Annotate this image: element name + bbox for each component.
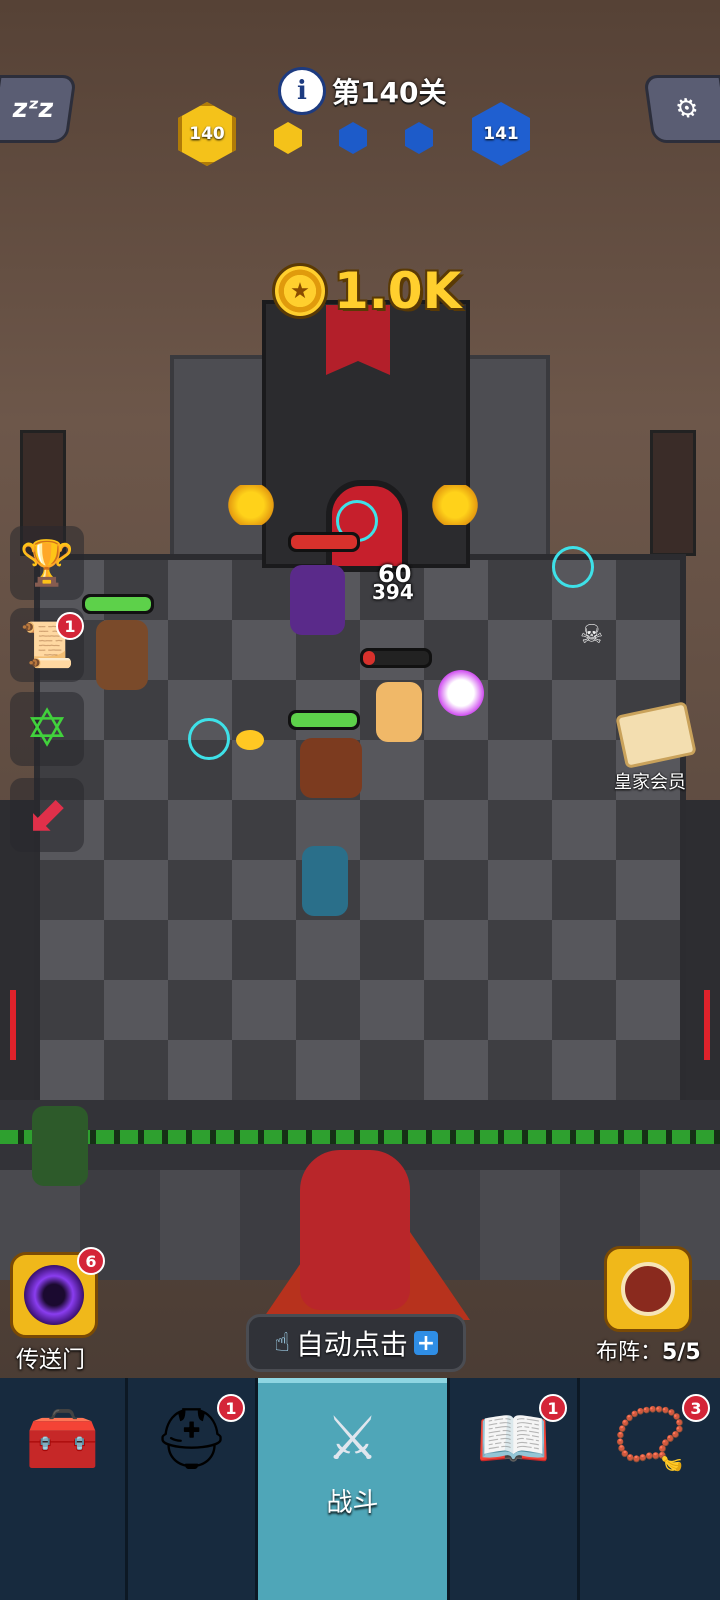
red-strip-left xyxy=(10,990,16,1060)
auto-tap-button[interactable]: ☝ 自动点击 + xyxy=(246,1314,466,1372)
portal-icon xyxy=(24,1265,84,1325)
nav-amulet[interactable]: 📿 3 xyxy=(580,1378,720,1600)
enemy-hp-bar xyxy=(288,532,360,552)
crossed-swords-icon: ⚔ xyxy=(325,1404,380,1474)
rail-green-track xyxy=(0,1130,720,1144)
amulet-badge: 3 xyxy=(682,1394,710,1422)
coin-reward: ★ 1.0K xyxy=(272,262,461,320)
plus-icon: + xyxy=(413,1331,438,1356)
spawn-ring xyxy=(552,546,594,588)
trophy-icon: 🏆 xyxy=(19,538,75,589)
boost-button[interactable]: ⬋ xyxy=(10,778,84,852)
coin-icon: ★ xyxy=(272,263,328,319)
bottom-nav: 🧰 ⛑ 1 ⚔ 战斗 📖 1 📿 3 xyxy=(0,1378,720,1600)
portal-label: 传送门 xyxy=(16,1347,85,1373)
quests-badge: 1 xyxy=(56,612,84,640)
magic-orb xyxy=(438,670,484,716)
royal-member-label[interactable]: 皇家会员 xyxy=(614,768,686,794)
level-indicator: i 第140关 xyxy=(278,67,447,115)
portal-button[interactable]: 6 xyxy=(10,1247,105,1338)
nav-battle-label: 战斗 xyxy=(326,1488,379,1518)
bat-demon-enemy xyxy=(290,565,345,635)
spawn-ring xyxy=(188,718,230,760)
heroes-badge: 1 xyxy=(217,1394,245,1422)
player-demon[interactable] xyxy=(300,1150,410,1310)
sleep-button[interactable]: zᶻz xyxy=(0,75,77,143)
nav-treasure[interactable]: 🧰 xyxy=(0,1378,128,1600)
enemy-hp-bar xyxy=(360,648,432,668)
hero-hp-bar xyxy=(82,594,154,614)
mage-hero xyxy=(302,846,348,916)
spellbook-badge: 1 xyxy=(539,1394,567,1422)
quests-button[interactable]: 📜 1 xyxy=(10,608,84,682)
ranking-button[interactable]: 🏆 xyxy=(10,526,84,600)
nav-battle[interactable]: ⚔ 战斗 xyxy=(258,1378,450,1600)
warrior-hero xyxy=(300,738,362,798)
hexagram-button[interactable]: ✡ xyxy=(10,692,84,766)
gear-icon: ⚙ xyxy=(673,94,701,124)
nav-spellbook[interactable]: 📖 1 xyxy=(450,1378,580,1600)
skull-icon: ☠ xyxy=(580,620,604,650)
treasure-chest-icon: 🧰 xyxy=(25,1404,100,1474)
coin-value: 1.0K xyxy=(334,262,462,320)
fire-left xyxy=(226,485,276,525)
formation-icon xyxy=(621,1262,675,1316)
formation-count: 5/5 xyxy=(662,1340,701,1365)
archer-hero xyxy=(96,620,148,690)
amulet-icon: 📿 xyxy=(612,1404,688,1474)
tap-hand-icon: ☝ xyxy=(274,1328,290,1358)
level-label: 第140关 xyxy=(332,76,447,109)
auto-tap-label: 自动点击 xyxy=(295,1328,408,1361)
battle-scene[interactable]: ☠ 60 394 xyxy=(0,0,720,1405)
fire-right xyxy=(430,485,480,525)
runner-hero xyxy=(32,1106,88,1186)
right-tower xyxy=(650,430,696,556)
zzz-icon: zᶻz xyxy=(10,94,56,124)
settings-button[interactable]: ⚙ xyxy=(643,75,720,143)
formation-button[interactable] xyxy=(604,1246,692,1332)
info-icon[interactable]: i xyxy=(278,67,326,115)
red-strip-right xyxy=(704,990,710,1060)
damage-number: 394 xyxy=(372,580,414,604)
portal-badge: 6 xyxy=(77,1247,105,1275)
red-arrow-icon: ⬋ xyxy=(26,786,68,844)
dropped-coin-icon[interactable] xyxy=(236,730,264,750)
formation-label: 布阵：5/5 xyxy=(596,1340,701,1365)
nav-heroes[interactable]: ⛑ 1 xyxy=(128,1378,258,1600)
star-of-david-icon: ✡ xyxy=(25,699,69,759)
hero-hp-bar xyxy=(288,710,360,730)
knight-hero xyxy=(376,682,422,742)
